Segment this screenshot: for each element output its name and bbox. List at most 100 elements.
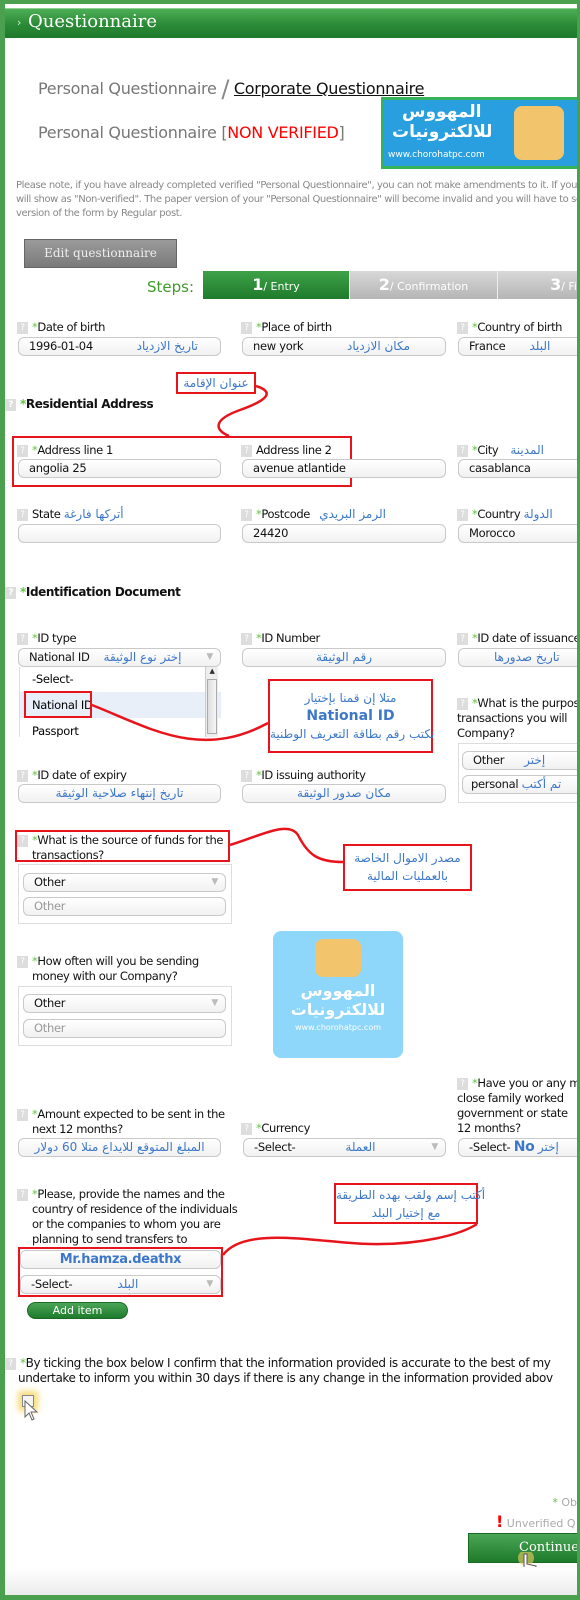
label-text: How often will you be sending xyxy=(37,954,199,968)
section-title: Questionnaire xyxy=(28,11,157,32)
address-line-2-input[interactable]: avenue atlantide xyxy=(242,459,446,478)
annotation-hint: تاريخ إنتهاء صلاحية الوثيقة xyxy=(55,786,184,800)
label-country-of-birth: ? *Country of birth xyxy=(457,320,562,335)
label-text: ID type xyxy=(37,631,77,645)
option-select[interactable]: -Select- xyxy=(20,667,221,692)
annotation-hint: البلد xyxy=(529,339,551,353)
annotation-hint: إختر xyxy=(537,1140,559,1154)
help-icon[interactable]: ? xyxy=(457,322,468,334)
annotation-residential: عنوان الإقامة xyxy=(176,372,256,394)
chevron-down-icon: ▼ xyxy=(431,1142,438,1152)
annotation-line: نكتب رقم بطاقة التعريف الوطنية xyxy=(270,727,435,741)
help-icon[interactable]: ? xyxy=(457,1078,468,1090)
notice: Please note, if you have already complet… xyxy=(16,179,577,221)
tab-corporate[interactable]: Corporate Questionnaire xyxy=(234,79,425,98)
how-often-other-input[interactable]: Other xyxy=(23,1019,226,1038)
label-text: undertake to inform you within 30 days i… xyxy=(18,1371,553,1385)
help-icon[interactable]: ? xyxy=(457,633,468,645)
label-text: planning to send transfers to xyxy=(32,1232,188,1246)
place-of-birth-input[interactable]: new york مكان الازدياد xyxy=(242,337,446,356)
annotation-hint: مكان صدور الوثيقة xyxy=(297,786,391,800)
scrollbar-thumb[interactable] xyxy=(207,679,217,734)
date-of-birth-input[interactable]: 1996-01-04 تاريخ الازدياد xyxy=(18,337,221,356)
steps-label: Steps: xyxy=(147,278,195,296)
id-date-of-expiry-input[interactable]: تاريخ إنتهاء صلاحية الوثيقة xyxy=(18,784,221,803)
city-input[interactable]: casablanca xyxy=(458,459,577,478)
label-address-line-2: ? Address line 2 xyxy=(241,443,332,458)
logo-line1: المهووس xyxy=(300,981,376,1000)
purpose-other-input[interactable]: personal تم أكتب xyxy=(462,775,577,794)
postcode-input[interactable]: 24420 xyxy=(242,524,446,543)
help-icon[interactable]: ? xyxy=(457,509,468,521)
label-text: ID date of issuance xyxy=(477,631,580,645)
help-icon[interactable]: ? xyxy=(241,509,252,521)
label-text: Please, provide the names and the xyxy=(37,1187,225,1201)
label-amount: ? *Amount expected to be sent in the next … xyxy=(17,1107,225,1137)
label-text: government or state xyxy=(457,1106,568,1120)
select-value: -Select- xyxy=(469,1140,511,1154)
source-of-funds-select[interactable]: Other ▼ xyxy=(23,873,226,892)
questionnaire-nav: Personal Questionnaire / Corporate Quest… xyxy=(38,75,424,103)
input-value: new york xyxy=(253,339,304,353)
help-icon[interactable]: ? xyxy=(241,322,252,334)
help-icon[interactable]: ? xyxy=(17,633,28,645)
label-id-type: ? *ID type xyxy=(17,631,77,646)
country-select[interactable]: Morocco xyxy=(458,524,577,543)
id-issuing-authority-input[interactable]: مكان صدور الوثيقة xyxy=(242,784,446,803)
label-text: Date of birth xyxy=(37,320,106,334)
help-icon[interactable]: ? xyxy=(17,1109,28,1121)
label-postcode: ? *Postcode الرمز البريدي xyxy=(241,507,386,522)
source-of-funds-other-input[interactable]: Other xyxy=(23,897,226,916)
label-date-of-birth: ? *Date of birth xyxy=(17,320,105,335)
legend-obligatory: * Ob xyxy=(552,1496,577,1509)
amount-input[interactable]: المبلغ المتوقع للايداع متلا 60 دولار xyxy=(18,1138,221,1157)
help-icon[interactable]: ? xyxy=(241,1123,252,1135)
label-text: Country of birth xyxy=(477,320,563,334)
help-icon[interactable]: ? xyxy=(5,1358,16,1370)
status-title: Personal Questionnaire xyxy=(38,123,217,142)
help-icon[interactable]: ? xyxy=(241,633,252,645)
label-text: Address line 2 xyxy=(256,443,332,457)
connector-funds xyxy=(229,827,344,864)
help-icon[interactable]: ? xyxy=(5,587,16,599)
pep-select[interactable]: -Select- No إختر xyxy=(458,1138,577,1157)
step-entry: 1/ Entry xyxy=(203,271,349,299)
help-icon[interactable]: ? xyxy=(17,835,28,847)
help-icon[interactable]: ? xyxy=(17,956,28,968)
recipient-name-input[interactable]: Mr.hamza.deathx xyxy=(20,1250,221,1269)
help-icon[interactable]: ? xyxy=(17,509,28,521)
recipient-country-select[interactable]: -Select- البلد ▼ xyxy=(20,1275,221,1294)
add-item-button[interactable]: Add item xyxy=(27,1302,128,1319)
help-icon[interactable]: ? xyxy=(457,445,468,457)
label-text: Postcode xyxy=(261,507,310,521)
help-icon[interactable]: ? xyxy=(17,1189,28,1201)
annotation-line: مع إختيار البلد xyxy=(371,1206,441,1220)
label-how-often: ? *How often will you be sending money wit… xyxy=(17,954,199,984)
label-text: Have you or any m xyxy=(477,1076,580,1090)
edit-questionnaire-button[interactable]: Edit questionnaire xyxy=(24,239,177,268)
address-line-1-input[interactable]: angolia 25 xyxy=(18,459,221,478)
help-icon[interactable]: ? xyxy=(241,770,252,782)
state-input[interactable] xyxy=(18,524,221,543)
annotation-hint: البلد xyxy=(117,1277,139,1291)
how-often-select[interactable]: Other ▼ xyxy=(23,994,226,1013)
tab-personal[interactable]: Personal Questionnaire xyxy=(38,79,217,98)
annotation-line: متلا إن قمنا بإختيار xyxy=(304,691,397,705)
option-passport[interactable]: Passport xyxy=(20,718,221,737)
id-date-of-issuance-input[interactable]: تاريخ صدورها xyxy=(458,648,577,667)
help-icon[interactable]: ? xyxy=(241,445,252,457)
scroll-up-icon[interactable]: ▲ xyxy=(206,667,218,675)
id-type-select[interactable]: National ID إختر نوع الوثيقة ▼ xyxy=(18,648,221,667)
currency-select[interactable]: -Select- العملة ▼ xyxy=(243,1138,446,1157)
country-of-birth-select[interactable]: France البلد xyxy=(458,337,577,356)
purpose-select[interactable]: Other إختر xyxy=(462,751,577,770)
help-icon[interactable]: ? xyxy=(17,445,28,457)
help-icon[interactable]: ? xyxy=(17,322,28,334)
help-icon[interactable]: ? xyxy=(5,399,16,411)
help-icon[interactable]: ? xyxy=(457,698,468,710)
label-text: By ticking the box below I confirm that … xyxy=(25,1356,551,1370)
help-icon[interactable]: ? xyxy=(17,770,28,782)
scrollbar[interactable]: ▲ xyxy=(205,667,218,737)
connector-recipients xyxy=(221,1222,478,1256)
id-number-input[interactable]: رقم الوثيقة xyxy=(242,648,446,667)
